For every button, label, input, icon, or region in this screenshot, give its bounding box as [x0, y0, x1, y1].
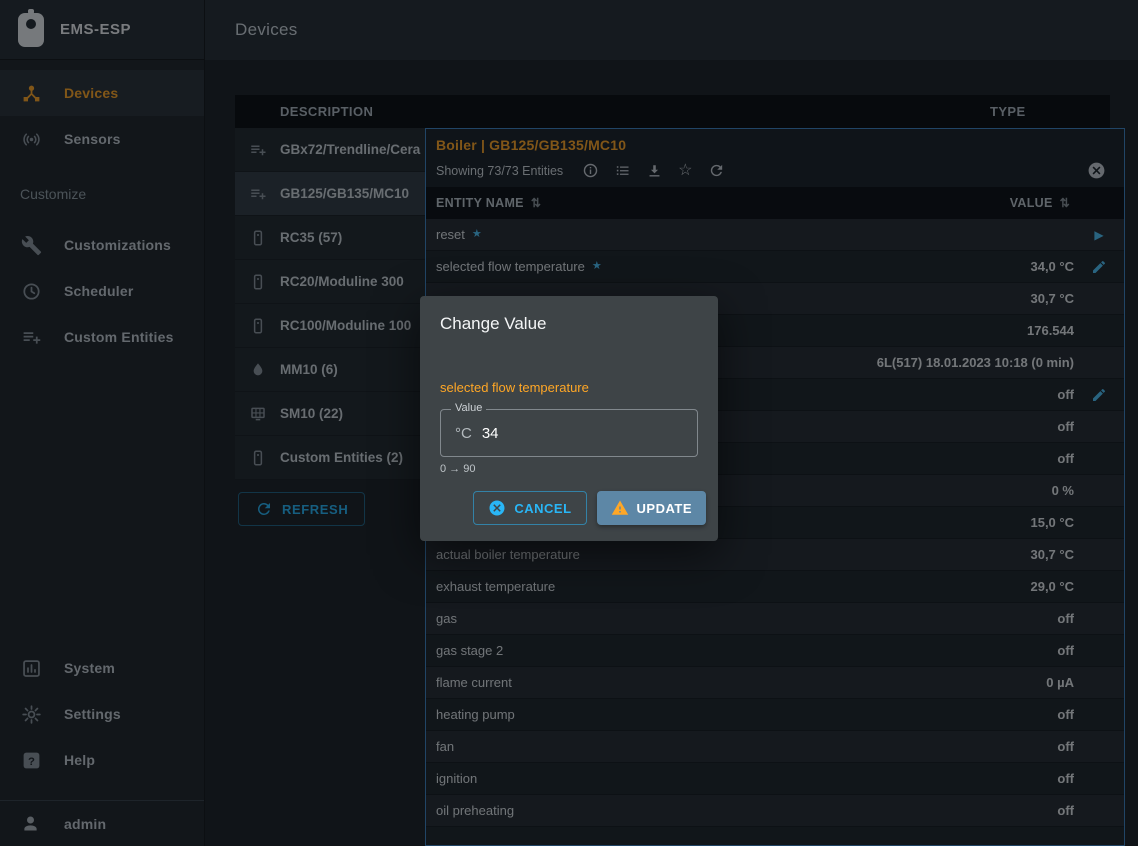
- dialog-entity-name: selected flow temperature: [420, 346, 718, 395]
- warning-triangle-icon: [611, 499, 629, 517]
- cancel-button[interactable]: CANCEL: [473, 491, 586, 525]
- dialog-actions: CANCEL UPDATE: [420, 475, 718, 531]
- update-button[interactable]: UPDATE: [597, 491, 706, 525]
- value-input[interactable]: Value °C 34: [440, 409, 698, 457]
- change-value-dialog: Change Value selected flow temperature V…: [420, 296, 718, 541]
- value-range-hint: 0 → 90: [440, 463, 698, 475]
- value-input-label: Value: [451, 402, 486, 414]
- cancel-circle-icon: [488, 499, 506, 517]
- value-unit: °C: [455, 425, 472, 442]
- ems-esp-app: Devices EMS-ESP Devices Sensors Customiz…: [0, 0, 1138, 846]
- dialog-title: Change Value: [420, 296, 718, 346]
- value-current: 34: [482, 425, 499, 442]
